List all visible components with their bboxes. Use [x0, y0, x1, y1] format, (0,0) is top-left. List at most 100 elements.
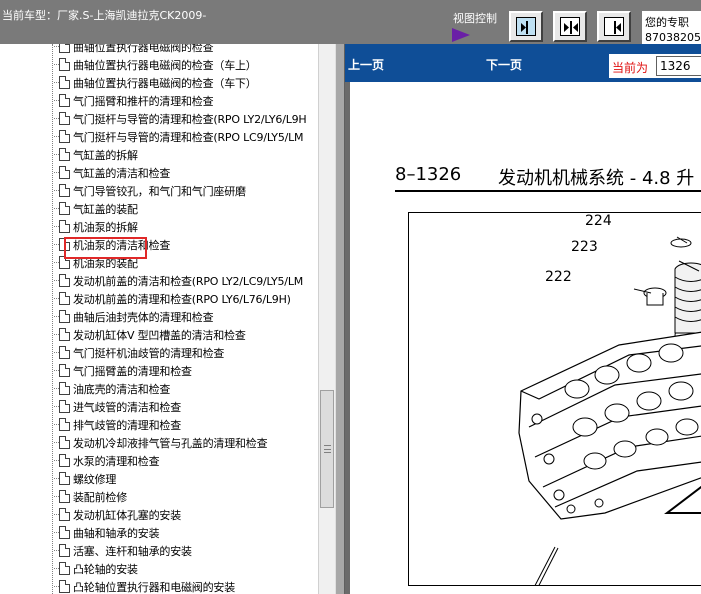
tree-item-label: 曲轴和轴承的安装 — [73, 527, 160, 540]
tree-item[interactable]: 发动机冷却液排气管与孔盖的清理和检查 — [54, 433, 318, 451]
tree-item-label: 凸轮轴位置执行器和电磁阀的安装 — [73, 581, 235, 594]
prev-page-link[interactable]: 上一页 — [348, 56, 384, 73]
tree-item-label: 排气歧管的清理和检查 — [73, 419, 181, 432]
document-icon — [59, 328, 70, 341]
tree-item[interactable]: 凸轮轴的安装 — [54, 559, 318, 577]
document-page: 8–1326 发动机机械系统 - 4.8 升 224 223 222 — [350, 82, 701, 594]
view-tree-only-button[interactable] — [597, 11, 631, 42]
tree-scrollbar-thumb[interactable] — [320, 390, 334, 508]
document-icon — [59, 562, 70, 575]
contact-box: 您的专职 87038205 — [642, 11, 701, 45]
view-control-label: 视图控制 — [453, 12, 497, 25]
tree-item[interactable]: 气门摇臂和推杆的清理和检查 — [54, 91, 318, 109]
tree-item-label: 气门挺杆与导管的清理和检查(RPO LY2/LY6/L9H — [73, 113, 307, 126]
document-icon — [59, 472, 70, 485]
tree-item-label: 曲轴位置执行器电磁阀的检查（车下） — [73, 77, 257, 90]
tree-item-label: 装配前检修 — [73, 491, 127, 504]
contact-line-1: 您的专职 — [645, 16, 689, 29]
frame-divider[interactable] — [335, 44, 345, 594]
tree-item[interactable]: 曲轴位置执行器电磁阀的检查 — [54, 44, 318, 55]
tree-item[interactable]: 气缸盖的清洁和检查 — [54, 163, 318, 181]
document-icon — [59, 148, 70, 161]
tree-item[interactable]: 气缸盖的拆解 — [54, 145, 318, 163]
tree-item[interactable]: 发动机前盖的清理和检查(RPO LY6/L76/L9H) — [54, 289, 318, 307]
tree-item[interactable]: 发动机缸体孔塞的安装 — [54, 505, 318, 523]
tree-item-label: 活塞、连杆和轴承的安装 — [73, 545, 192, 558]
tree-item[interactable]: 螺纹修理 — [54, 469, 318, 487]
tree-item[interactable]: 水泵的清理和检查 — [54, 451, 318, 469]
view-split-button[interactable] — [553, 11, 587, 42]
tree-item[interactable]: 曲轴后油封壳体的清理和检查 — [54, 307, 318, 325]
document-icon — [59, 436, 70, 449]
tree-item-label: 发动机缸体孔塞的安装 — [73, 509, 181, 522]
view-content-only-button[interactable] — [509, 11, 543, 42]
next-page-link[interactable]: 下一页 — [486, 56, 522, 73]
tree-item[interactable]: 装配前检修 — [54, 487, 318, 505]
document-icon — [59, 310, 70, 323]
selected-item-highlight — [64, 237, 147, 259]
tree-item-label: 进气歧管的清洁和检查 — [73, 401, 181, 414]
tree-item[interactable]: 气门挺杆机油歧管的清理和检查 — [54, 343, 318, 361]
tree-item[interactable]: 曲轴位置执行器电磁阀的检查（车下） — [54, 73, 318, 91]
contact-line-2: 87038205 — [645, 31, 701, 44]
document-icon — [59, 580, 70, 593]
document-icon — [59, 526, 70, 539]
tree-item[interactable]: 气门挺杆与导管的清理和检查(RPO LY2/LY6/L9H — [54, 109, 318, 127]
current-page-input[interactable] — [656, 56, 701, 76]
tree-item-label: 气门摇臂盖的清理和检查 — [73, 365, 192, 378]
document-icon — [59, 346, 70, 359]
document-icon — [59, 184, 70, 197]
tree-item-label: 发动机前盖的清洁和检查(RPO LY2/LC9/LY5/LM — [73, 275, 304, 288]
scrollbar-grip-icon — [324, 445, 331, 453]
document-icon — [59, 274, 70, 287]
page-number: 8–1326 — [395, 164, 462, 185]
tree-item[interactable]: 气门挺杆与导管的清理和检查(RPO LC9/LY5/LM — [54, 127, 318, 145]
callout-label: 224 — [585, 213, 612, 229]
document-icon — [59, 382, 70, 395]
tree-item-selected[interactable]: 气缸盖的装配 — [54, 199, 318, 217]
tree-item[interactable]: 进气歧管的清洁和检查 — [54, 397, 318, 415]
view-tree-only-icon — [604, 17, 624, 36]
tree-item-label: 气缸盖的拆解 — [73, 149, 138, 162]
tree-item[interactable]: 凸轮轴位置执行器和电磁阀的安装 — [54, 577, 318, 594]
document-icon — [59, 220, 70, 233]
document-icon — [59, 364, 70, 377]
tree-item-label: 发动机缸体V 型凹槽盖的清洁和检查 — [73, 329, 246, 342]
tree-scrollbar[interactable] — [318, 44, 335, 594]
tree-item-label: 发动机冷却液排气管与孔盖的清理和检查 — [73, 437, 268, 450]
document-icon — [59, 94, 70, 107]
tree-item[interactable]: 排气歧管的清理和检查 — [54, 415, 318, 433]
tree-item[interactable]: 曲轴和轴承的安装 — [54, 523, 318, 541]
document-icon — [59, 44, 70, 53]
tree-item[interactable]: 曲轴位置执行器电磁阀的检查（车上） — [54, 55, 318, 73]
document-icon — [59, 130, 70, 143]
document-icon — [59, 76, 70, 89]
document-icon — [59, 202, 70, 215]
tree-item-label: 气缸盖的清洁和检查 — [73, 167, 171, 180]
tree-item-label: 发动机前盖的清理和检查(RPO LY6/L76/L9H) — [73, 293, 291, 306]
tree-item[interactable]: 发动机缸体V 型凹槽盖的清洁和检查 — [54, 325, 318, 343]
document-icon — [59, 292, 70, 305]
tree-item-label: 油底壳的清洁和检查 — [73, 383, 171, 396]
document-icon — [59, 508, 70, 521]
view-control-arrow-icon — [452, 28, 470, 42]
tree-item[interactable]: 气门导管铰孔，和气门和气门座研磨 — [54, 181, 318, 199]
tree-item[interactable]: 活塞、连杆和轴承的安装 — [54, 541, 318, 559]
tree-item[interactable]: 气门摇臂盖的清理和检查 — [54, 361, 318, 379]
tree-item[interactable]: 机油泵的拆解 — [54, 217, 318, 235]
page-nav-bar: 上一页 下一页 当前为 — [345, 44, 701, 82]
tree-item[interactable]: 发动机前盖的清洁和检查(RPO LY2/LC9/LY5/LM — [54, 271, 318, 289]
view-content-only-icon — [516, 17, 536, 36]
tree-item-label: 凸轮轴的安装 — [73, 563, 138, 576]
tree-item-label: 气门导管铰孔，和气门和气门座研磨 — [73, 185, 246, 198]
tree-item-label: 机油泵的拆解 — [73, 221, 138, 234]
page-title: 发动机机械系统 - 4.8 升 — [498, 168, 695, 189]
tree-item[interactable]: 油底壳的清洁和检查 — [54, 379, 318, 397]
callout-label: 222 — [545, 269, 572, 285]
current-page-box: 当前为 — [609, 54, 701, 78]
vehicle-model-label: 当前车型：厂家.S-上海凯迪拉克CK2009- — [2, 9, 207, 22]
document-icon — [59, 166, 70, 179]
tree-item-label: 水泵的清理和检查 — [73, 455, 160, 468]
tree-item-label: 气门摇臂和推杆的清理和检查 — [73, 95, 214, 108]
figure-frame: 224 223 222 228 — [408, 212, 701, 586]
